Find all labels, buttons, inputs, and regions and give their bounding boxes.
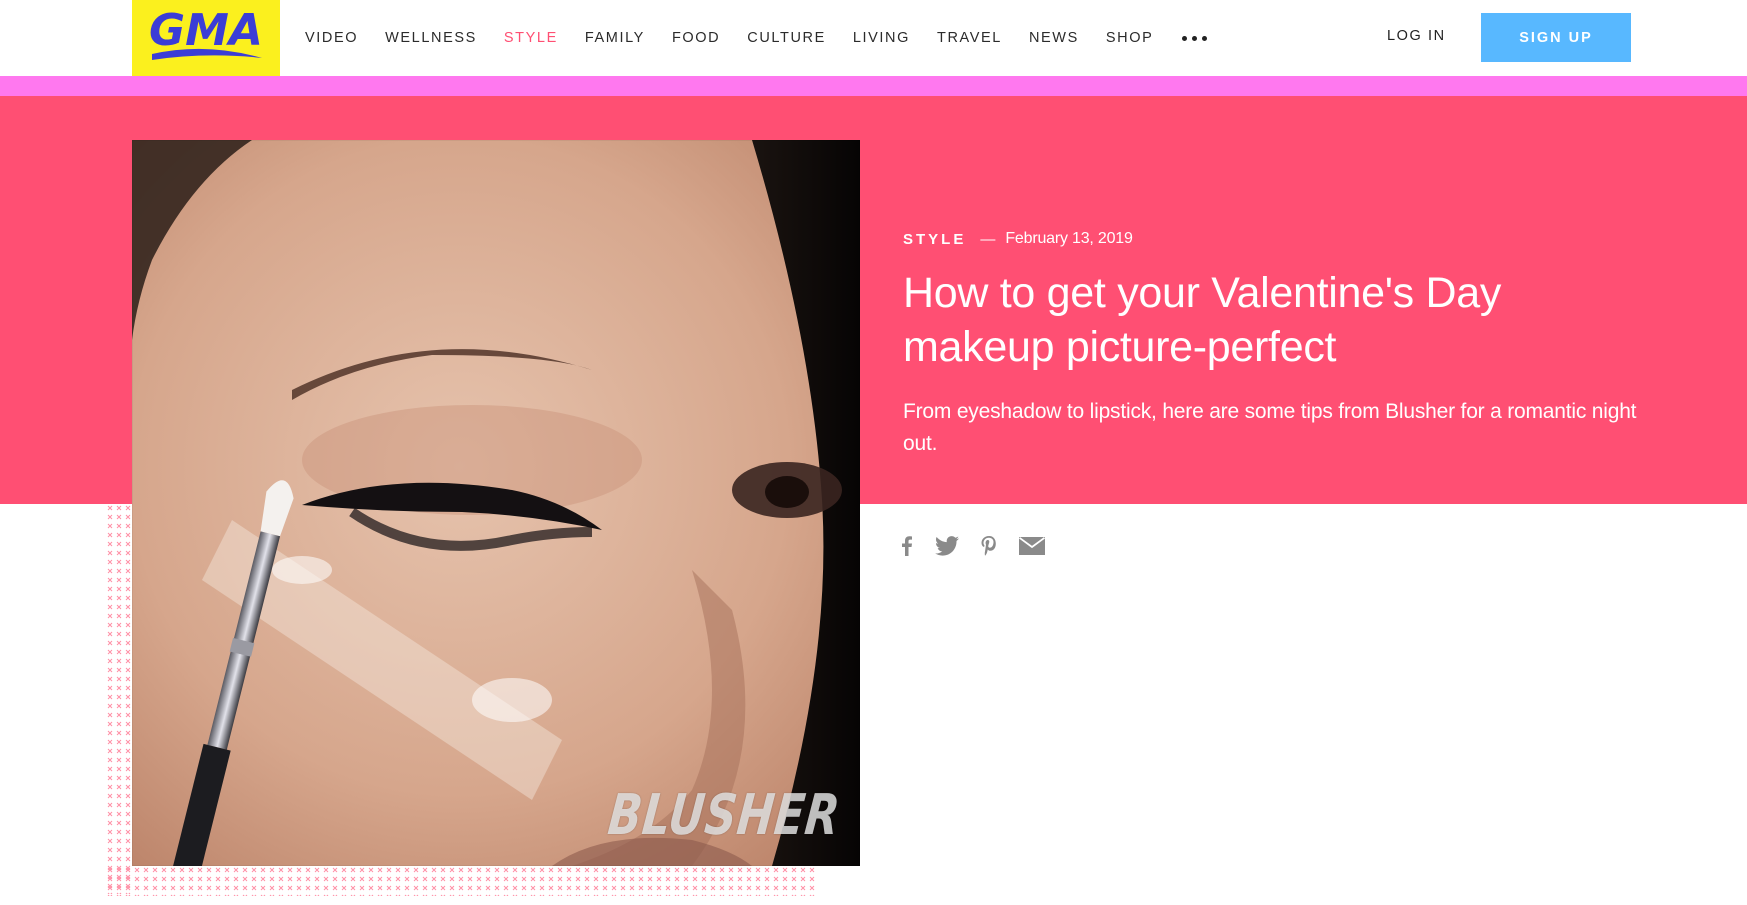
- nav-item-video[interactable]: VIDEO: [305, 30, 358, 46]
- dot: [1182, 35, 1188, 41]
- publish-date: February 13, 2019: [1005, 230, 1133, 247]
- dot: [1192, 35, 1198, 41]
- pinterest-share-button[interactable]: [981, 532, 997, 560]
- nav-item-culture[interactable]: CULTURE: [747, 30, 826, 46]
- dot: [1202, 35, 1208, 41]
- nav-item-family[interactable]: FAMILY: [585, 30, 645, 46]
- category-link[interactable]: STYLE: [903, 231, 966, 248]
- facebook-share-button[interactable]: [901, 532, 913, 560]
- nav-item-living[interactable]: LIVING: [853, 30, 910, 46]
- email-share-button[interactable]: [1019, 532, 1045, 560]
- logo-text: GMA: [149, 5, 263, 56]
- nav-item-wellness[interactable]: WELLNESS: [385, 30, 477, 46]
- pinterest-icon: [981, 536, 996, 556]
- article-dek: From eyeshadow to lipstick, here are som…: [903, 400, 1637, 455]
- more-dots-icon[interactable]: [1180, 32, 1209, 45]
- nav-item-food[interactable]: FOOD: [672, 30, 720, 46]
- nav-item-shop[interactable]: SHOP: [1106, 30, 1154, 46]
- facebook-icon: [902, 536, 912, 556]
- x-pattern-decoration-bottom: [106, 866, 818, 896]
- nav-item-style[interactable]: STYLE: [504, 30, 558, 46]
- makeup-photo: [132, 140, 860, 866]
- nav-item-news[interactable]: NEWS: [1029, 30, 1079, 46]
- article-headline: How to get your Valentine's Day makeup p…: [903, 269, 1502, 371]
- twitter-icon: [935, 536, 959, 556]
- twitter-share-button[interactable]: [935, 532, 959, 560]
- site-header: GMA VIDEO WELLNESS STYLE FAMILY FOOD CUL…: [0, 0, 1747, 76]
- gma-logo[interactable]: GMA: [132, 0, 280, 76]
- nav-item-travel[interactable]: TRAVEL: [937, 30, 1002, 46]
- main-nav: VIDEO WELLNESS STYLE FAMILY FOOD CULTURE…: [305, 0, 1209, 76]
- article-meta: STYLE — February 13, 2019: [903, 230, 1133, 248]
- meta-separator: —: [980, 230, 996, 248]
- accent-strip: [0, 76, 1747, 96]
- sign-up-button[interactable]: SIGN UP: [1481, 13, 1631, 62]
- image-watermark: BLUSHER: [604, 783, 843, 848]
- email-icon: [1019, 537, 1045, 555]
- x-pattern-decoration: [106, 504, 132, 894]
- article-hero-image[interactable]: BLUSHER: [132, 140, 860, 866]
- share-bar: [901, 532, 1067, 560]
- log-in-link[interactable]: LOG IN: [1387, 28, 1446, 44]
- gma-logo-mark: GMA: [149, 5, 263, 60]
